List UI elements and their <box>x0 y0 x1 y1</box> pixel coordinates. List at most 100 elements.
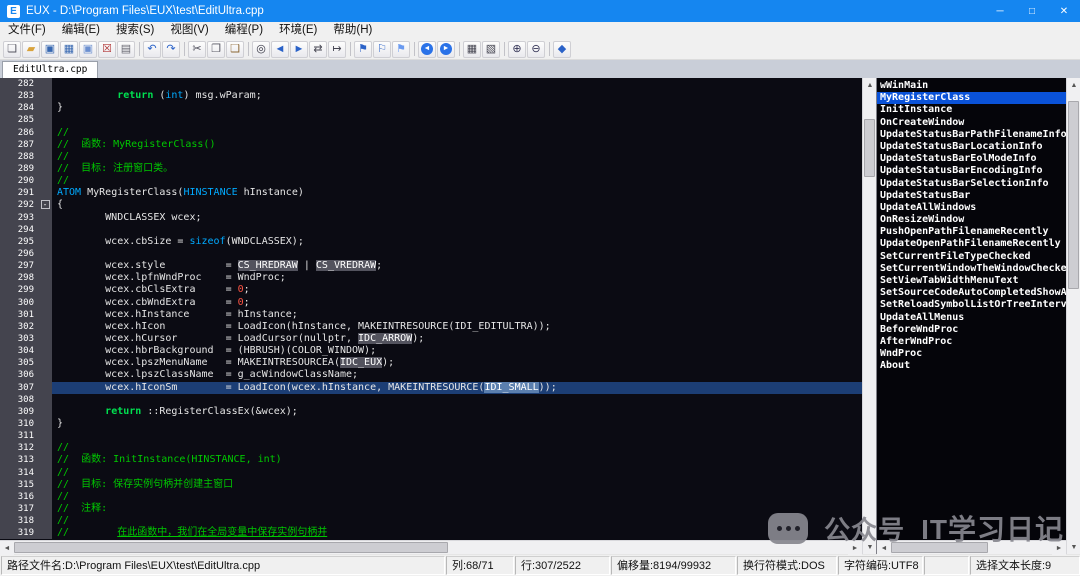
symbol-item[interactable]: SetViewTabWidthMenuText <box>877 275 1066 287</box>
bookmark-next-button[interactable]: ⚑ <box>392 41 410 58</box>
code-line[interactable]: 310} <box>0 418 862 430</box>
close-file-button[interactable]: ☒ <box>98 41 116 58</box>
editor-horizontal-scrollbar[interactable]: ◄ ► <box>0 540 862 554</box>
code-line[interactable]: 289// 目标: 注册窗口类。 <box>0 163 862 175</box>
cut-button[interactable]: ✂ <box>188 41 206 58</box>
code-line[interactable]: 303 wcex.hCursor = LoadCursor(nullptr, I… <box>0 333 862 345</box>
code-editor[interactable]: 282283 return (int) msg.wParam;284}28528… <box>0 78 862 540</box>
menu-view[interactable]: 视图(V) <box>162 22 216 39</box>
symbol-item[interactable]: OnCreateWindow <box>877 117 1066 129</box>
code-line[interactable]: 284} <box>0 102 862 114</box>
editor-vertical-scrollbar[interactable]: ▲ ▼ <box>862 78 876 554</box>
menu-file[interactable]: 文件(F) <box>0 22 54 39</box>
redo-button[interactable]: ↷ <box>162 41 180 58</box>
file-compare-button[interactable]: ◆ <box>553 41 571 58</box>
print-button[interactable]: ▤ <box>117 41 135 58</box>
symbol-item[interactable]: UpdateAllMenus <box>877 312 1066 324</box>
symbol-item[interactable]: InitInstance <box>877 104 1066 116</box>
symbol-item[interactable]: UpdateStatusBarLocationInfo <box>877 141 1066 153</box>
code-line[interactable]: 299 wcex.cbClsExtra = 0; <box>0 284 862 296</box>
symbol-item[interactable]: MyRegisterClass <box>877 92 1066 104</box>
symbol-item[interactable]: About <box>877 360 1066 372</box>
menu-search[interactable]: 搜索(S) <box>108 22 162 39</box>
editor-hscroll-track[interactable] <box>14 541 848 554</box>
symbols-scroll-left-button[interactable]: ◄ <box>877 541 891 555</box>
symbol-item[interactable]: AfterWndProc <box>877 336 1066 348</box>
editor-scroll-down-button[interactable]: ▼ <box>863 540 877 554</box>
symbol-item[interactable]: UpdateStatusBarEncodingInfo <box>877 165 1066 177</box>
symbol-item[interactable]: UpdateOpenPathFilenameRecently <box>877 238 1066 250</box>
symbols-horizontal-scrollbar[interactable]: ◄ ► <box>877 540 1066 554</box>
copy-button[interactable]: ❐ <box>207 41 225 58</box>
bookmark-prev-button[interactable]: ⚐ <box>373 41 391 58</box>
open-file-button[interactable]: ▰ <box>22 41 40 58</box>
find-next-button[interactable]: ► <box>290 41 308 58</box>
symbol-item[interactable]: SetCurrentWindowTheWindowChecked <box>877 263 1066 275</box>
undo-button[interactable]: ↶ <box>143 41 161 58</box>
symbols-vscroll-thumb[interactable] <box>1068 101 1079 289</box>
symbol-item[interactable]: UpdateStatusBarPathFilenameInfo <box>877 129 1066 141</box>
code-line[interactable]: 286// <box>0 127 862 139</box>
code-line[interactable]: 282 <box>0 78 862 90</box>
symbol-item[interactable]: UpdateStatusBarEolModeInfo <box>877 153 1066 165</box>
window-tile-button[interactable]: ▦ <box>463 41 481 58</box>
code-line[interactable]: 308 <box>0 394 862 406</box>
code-line[interactable]: 304 wcex.hbrBackground = (HBRUSH)(COLOR_… <box>0 345 862 357</box>
paste-button[interactable]: ❑ <box>226 41 244 58</box>
symbol-item[interactable]: PushOpenPathFilenameRecently <box>877 226 1066 238</box>
navigate-back-button[interactable]: ◄ <box>418 41 436 58</box>
code-line[interactable]: 288// <box>0 151 862 163</box>
code-line[interactable]: 306 wcex.lpszClassName = g_acWindowClass… <box>0 369 862 381</box>
tab-EditUltra.cpp[interactable]: EditUltra.cpp <box>2 61 98 78</box>
symbol-item[interactable]: SetReloadSymbolListOrTreeInterv <box>877 299 1066 311</box>
fold-toggle[interactable]: - <box>41 200 50 209</box>
symbol-item[interactable]: UpdateAllWindows <box>877 202 1066 214</box>
editor-vscroll-track[interactable] <box>863 92 876 540</box>
editor-scroll-up-button[interactable]: ▲ <box>863 78 877 92</box>
navigate-forward-button[interactable]: ► <box>437 41 455 58</box>
save-file-button[interactable]: ▣ <box>41 41 59 58</box>
menu-edit[interactable]: 编辑(E) <box>54 22 108 39</box>
editor-hscroll-thumb[interactable] <box>14 542 448 553</box>
symbol-item[interactable]: BeforeWndProc <box>877 324 1066 336</box>
menu-environment[interactable]: 环境(E) <box>271 22 325 39</box>
replace-button[interactable]: ⇄ <box>309 41 327 58</box>
menu-program[interactable]: 编程(P) <box>217 22 271 39</box>
find-button[interactable]: ◎ <box>252 41 270 58</box>
code-line[interactable]: 296 <box>0 248 862 260</box>
editor-scroll-right-button[interactable]: ► <box>848 541 862 555</box>
code-line[interactable]: 294 <box>0 224 862 236</box>
code-line[interactable]: 313// 函数: InitInstance(HINSTANCE, int) <box>0 454 862 466</box>
code-line[interactable]: 307 wcex.hIconSm = LoadIcon(wcex.hInstan… <box>0 382 862 394</box>
symbols-hscroll-track[interactable] <box>891 541 1052 554</box>
symbols-scroll-up-button[interactable]: ▲ <box>1067 78 1080 92</box>
find-prev-button[interactable]: ◄ <box>271 41 289 58</box>
symbol-item[interactable]: OnResizeWindow <box>877 214 1066 226</box>
bookmark-toggle-button[interactable]: ⚑ <box>354 41 372 58</box>
code-line[interactable]: 290// <box>0 175 862 187</box>
symbol-item[interactable]: SetSourceCodeAutoCompletedShowA <box>877 287 1066 299</box>
zoom-in-button[interactable]: ⊕ <box>508 41 526 58</box>
code-line[interactable]: 319// 在此函数中，我们在全局变量中保存实例句柄并 <box>0 527 862 539</box>
code-line[interactable]: 301 wcex.hInstance = hInstance; <box>0 309 862 321</box>
code-line[interactable]: 297 wcex.style = CS_HREDRAW | CS_VREDRAW… <box>0 260 862 272</box>
code-line[interactable]: 292-{ <box>0 199 862 211</box>
editor-vscroll-thumb[interactable] <box>864 119 875 177</box>
menu-help[interactable]: 帮助(H) <box>325 22 380 39</box>
code-line[interactable]: 298 wcex.lpfnWndProc = WndProc; <box>0 272 862 284</box>
code-line[interactable]: 311 <box>0 430 862 442</box>
code-line[interactable]: 291ATOM MyRegisterClass(HINSTANCE hInsta… <box>0 187 862 199</box>
zoom-out-button[interactable]: ⊖ <box>527 41 545 58</box>
code-line[interactable]: 293 WNDCLASSEX wcex; <box>0 212 862 224</box>
goto-line-button[interactable]: ↦ <box>328 41 346 58</box>
minimize-button[interactable]: ─ <box>984 0 1016 22</box>
save-all-button[interactable]: ▦ <box>60 41 78 58</box>
symbols-vertical-scrollbar[interactable]: ▲ ▼ <box>1066 78 1080 554</box>
symbols-vscroll-track[interactable] <box>1067 92 1080 540</box>
code-line[interactable]: 295 wcex.cbSize = sizeof(WNDCLASSEX); <box>0 236 862 248</box>
code-line[interactable]: 316// <box>0 491 862 503</box>
code-line[interactable]: 312// <box>0 442 862 454</box>
code-line[interactable]: 309 return ::RegisterClassEx(&wcex); <box>0 406 862 418</box>
code-line[interactable]: 287// 函数: MyRegisterClass() <box>0 139 862 151</box>
code-line[interactable]: 283 return (int) msg.wParam; <box>0 90 862 102</box>
